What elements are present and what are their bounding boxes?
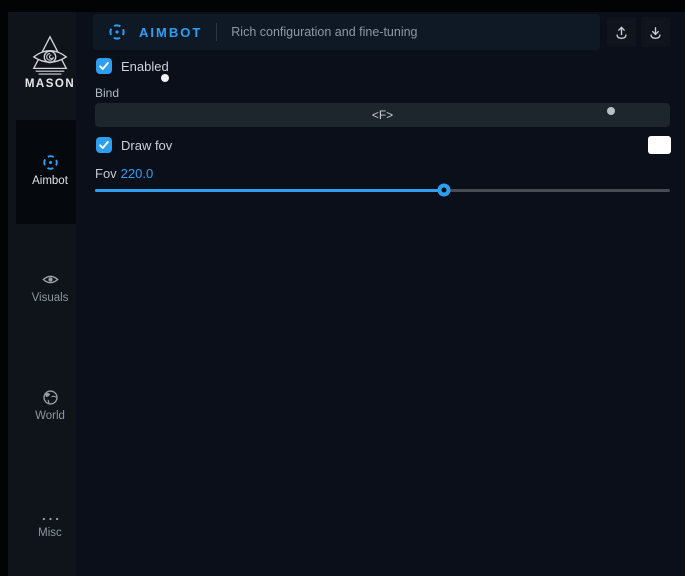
enabled-label: Enabled [121, 59, 169, 74]
bind-label: Bind [95, 86, 119, 100]
fov-slider-thumb[interactable] [438, 184, 451, 197]
page-title: AIMBOT [139, 25, 202, 40]
sidebar-item-label: World [16, 410, 84, 422]
cursor-dot-secondary [607, 107, 615, 115]
draw-fov-label: Draw fov [121, 138, 172, 153]
eye-pyramid-icon [16, 34, 84, 76]
draw-fov-row: Draw fov [96, 137, 172, 153]
sidebar-item-aimbot[interactable]: Aimbot [16, 120, 84, 224]
logo-label: MASON [16, 78, 84, 90]
globe-icon [16, 388, 84, 408]
bind-button[interactable]: <F> [95, 103, 670, 127]
page-header: AIMBOT Rich configuration and fine-tunin… [93, 14, 600, 50]
sidebar-item-label: Misc [16, 527, 84, 539]
page-subtitle: Rich configuration and fine-tuning [231, 25, 417, 39]
crosshair-icon [107, 22, 127, 42]
sidebar: MASON Aimbot Visuals [8, 12, 76, 576]
cursor-dot [161, 74, 169, 82]
upload-icon [613, 24, 630, 41]
enabled-row: Enabled [96, 58, 169, 74]
fov-label: Fov 220.0 [95, 166, 153, 181]
sidebar-item-label: Aimbot [16, 175, 84, 187]
bind-value: <F> [372, 108, 393, 122]
upload-config-button[interactable] [607, 17, 636, 47]
draw-fov-checkbox[interactable] [96, 137, 112, 153]
download-config-button[interactable] [641, 17, 670, 47]
fov-color-swatch[interactable] [648, 136, 671, 154]
download-icon [647, 24, 664, 41]
app-window: MASON Aimbot Visuals [0, 0, 685, 576]
enabled-checkbox[interactable] [96, 58, 112, 74]
fov-slider[interactable] [95, 183, 670, 197]
sidebar-item-label: Visuals [16, 292, 84, 304]
eye-icon [16, 270, 84, 290]
sidebar-item-misc[interactable]: Misc [16, 472, 84, 576]
sidebar-item-world[interactable]: World [16, 355, 84, 459]
sidebar-item-visuals[interactable]: Visuals [16, 237, 84, 341]
crosshair-icon [16, 153, 84, 173]
header-divider [216, 23, 217, 41]
fov-label-text: Fov [95, 166, 117, 181]
logo: MASON [16, 34, 84, 90]
fov-value: 220.0 [121, 166, 154, 181]
main-panel [76, 12, 685, 576]
fov-slider-fill [95, 189, 444, 192]
